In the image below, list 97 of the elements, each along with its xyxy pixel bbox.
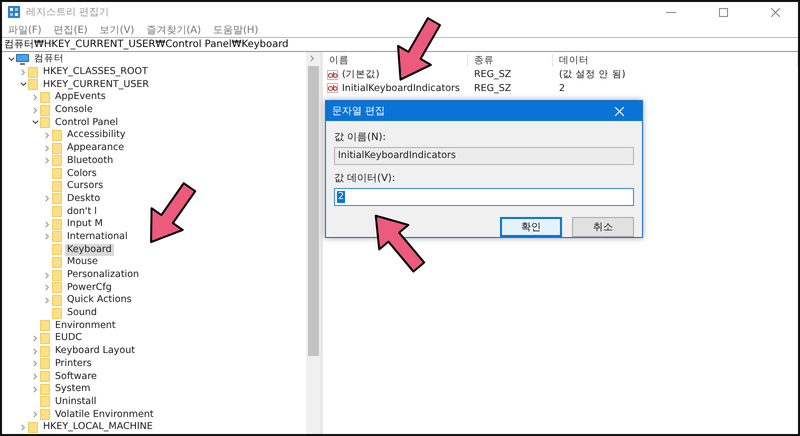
table-cell-text: (기본값) (341, 68, 380, 82)
dialog-button[interactable]: 확인 (500, 217, 562, 237)
tree-item[interactable]: Quick Actions (65, 294, 134, 306)
tree-item[interactable]: PowerCfg (65, 282, 114, 294)
tree-item[interactable]: AppEvents (53, 91, 108, 104)
menu-item[interactable]: 편집(E) (54, 22, 88, 36)
selected-text: 2 (337, 191, 346, 203)
maximize-icon[interactable] (718, 8, 728, 16)
folder-icon (52, 130, 62, 141)
tree-item[interactable]: Console (53, 104, 95, 116)
window-title: 레지스트리 편집기 (26, 6, 110, 19)
folder-icon (52, 244, 62, 256)
tree-item[interactable]: Mouse (65, 256, 100, 268)
chevron-down-icon[interactable] (8, 56, 14, 63)
folder-icon (52, 308, 62, 319)
tree-item[interactable]: Volatile Environment (53, 408, 156, 421)
chevron-right-icon[interactable] (20, 68, 26, 76)
tree-item[interactable]: Appearance (65, 142, 126, 154)
folder-icon (40, 409, 50, 420)
tree-item[interactable]: EUDC (53, 332, 84, 344)
folder-icon (52, 168, 62, 180)
tree-item[interactable]: Colors (65, 168, 99, 180)
tree-item[interactable]: Environment (53, 320, 118, 332)
table-cell-text: REG_SZ (473, 69, 512, 80)
folder-icon (52, 282, 62, 294)
input-field[interactable]: 2 (334, 188, 634, 206)
tree-item[interactable]: System (53, 383, 92, 396)
menu-item[interactable]: 파일(F) (8, 22, 42, 36)
string-value-icon (327, 83, 338, 94)
registry-app-icon (8, 6, 20, 18)
folder-icon (28, 422, 38, 433)
address-bar[interactable]: 컴퓨터₩HKEY_CURRENT_USER₩Control Panel₩Keyboard (2, 37, 798, 52)
tree-item[interactable]: Software (53, 370, 99, 383)
folder-icon (52, 193, 62, 204)
tree-item[interactable]: don't l (65, 206, 99, 218)
tree-item[interactable]: Keyboard Layout (53, 345, 137, 358)
chevron-down-icon[interactable] (32, 119, 38, 126)
folder-icon (52, 155, 62, 166)
menu-item[interactable]: 즐겨찾기(A) (146, 22, 201, 36)
menu-item[interactable]: 도움말(H) (213, 22, 258, 36)
folder-icon (52, 218, 62, 230)
tree-item[interactable]: HKEY_LOCAL_MACHINE (41, 421, 155, 434)
tree-item[interactable]: Personalization (65, 269, 142, 282)
folder-icon (40, 358, 50, 370)
folder-icon (52, 270, 62, 281)
column-header[interactable]: 종류 (468, 54, 553, 66)
table-cell-text: REG_SZ (473, 82, 512, 94)
chevron-right-icon[interactable] (44, 195, 50, 202)
string-value-icon (327, 70, 338, 80)
tree-item[interactable]: Cursors (65, 180, 106, 192)
field-label: 값 이름(N): (334, 131, 387, 144)
menu-item[interactable]: 보기(V) (100, 22, 134, 36)
folder-icon (52, 180, 62, 192)
folder-icon (40, 396, 50, 408)
folder-icon (52, 256, 62, 268)
tree-item[interactable]: Keyboard (65, 244, 114, 256)
pointer-arrow-drawing (397, 17, 442, 81)
folder-icon (52, 206, 62, 218)
tree-item[interactable]: Input M (65, 218, 105, 230)
close-icon[interactable] (770, 8, 780, 16)
folder-icon (40, 384, 50, 395)
input-field[interactable]: InitialKeyboardIndicators (334, 147, 634, 165)
tree-item[interactable]: Deskto (65, 192, 102, 205)
tree-item[interactable]: Control Panel (53, 116, 120, 129)
table-cell-text: InitialKeyboardIndicators (341, 82, 460, 94)
tree-item[interactable]: Printers (53, 358, 94, 370)
folder-icon (52, 294, 62, 306)
tree-item[interactable]: HKEY_CURRENT_USER (41, 78, 151, 91)
field-label: 값 데이터(V): (334, 172, 396, 185)
chevron-right-icon[interactable] (309, 55, 316, 62)
table-cell-text: 2 (558, 82, 566, 94)
dialog-button[interactable]: 취소 (572, 217, 634, 237)
tree-item[interactable]: HKEY_CLASSES_ROOT (41, 66, 150, 78)
folder-icon (52, 142, 62, 154)
pointer-arrow-drawing (374, 214, 426, 273)
computer-icon (16, 54, 29, 65)
folder-icon (40, 92, 50, 103)
chevron-down-icon[interactable] (20, 81, 26, 88)
folder-icon (40, 320, 50, 332)
tree-item[interactable]: International (65, 230, 130, 243)
column-header[interactable]: 데이터 (553, 54, 798, 66)
pointer-arrow-drawing (150, 182, 196, 244)
tree-item[interactable]: Accessibility (65, 129, 128, 142)
folder-icon (28, 79, 38, 90)
tree-item[interactable]: Bluetooth (65, 154, 116, 167)
dialog-title: 문자열 편집 (332, 105, 386, 118)
tree-item[interactable]: Sound (65, 307, 99, 320)
tree-item[interactable]: 컴퓨터 (32, 53, 66, 66)
tree-item[interactable]: Uninstall (53, 396, 98, 408)
folder-icon (40, 371, 50, 382)
folder-icon (40, 346, 50, 357)
folder-icon (28, 66, 38, 78)
folder-icon (40, 332, 50, 344)
folder-icon (40, 117, 50, 128)
folder-icon (40, 104, 50, 116)
folder-icon (52, 231, 62, 242)
table-cell-text: (값 설정 안 됨) (558, 68, 626, 82)
